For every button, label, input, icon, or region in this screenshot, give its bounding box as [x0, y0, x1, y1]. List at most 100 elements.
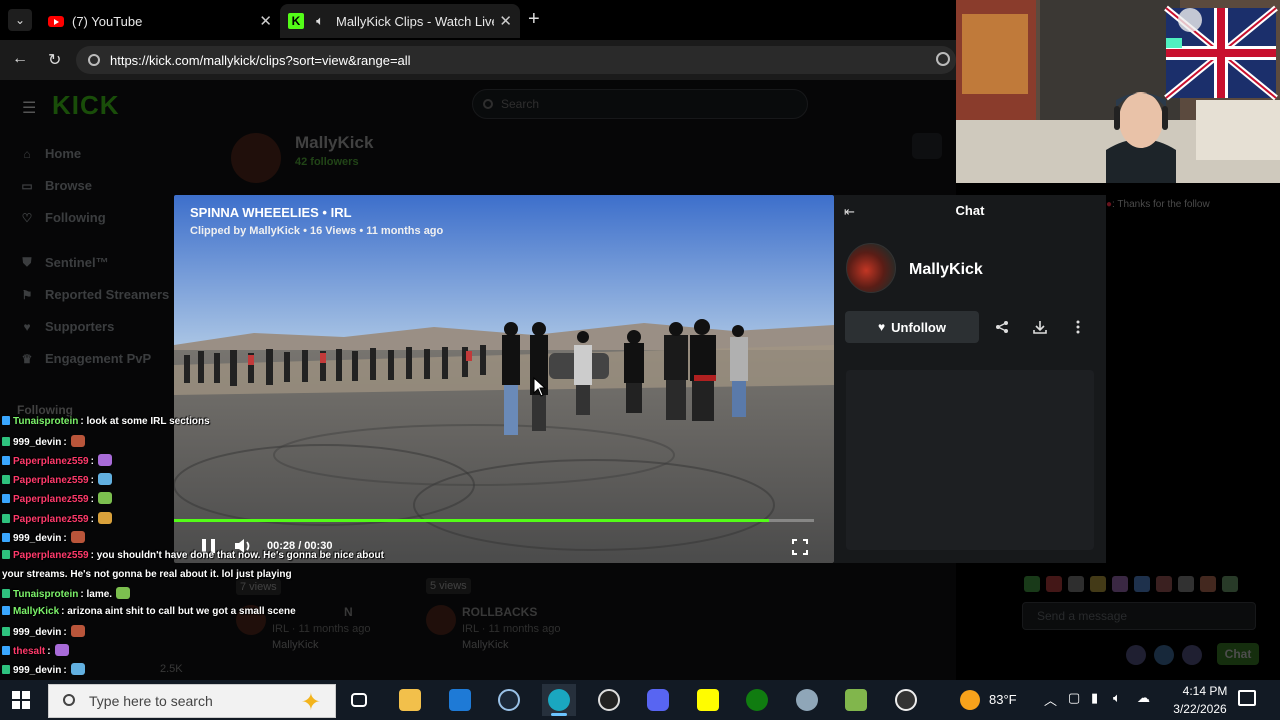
chat-username: thesalt [13, 646, 46, 658]
windows-start-icon[interactable] [12, 691, 30, 709]
mouse-cursor-icon [533, 377, 547, 397]
unfollow-button[interactable]: ♥ Unfollow [845, 311, 979, 343]
network-cloud-icon[interactable]: ☁︎ [1137, 690, 1150, 706]
task-view-icon[interactable] [342, 684, 376, 716]
chat-emote-icon [97, 492, 112, 505]
chat-message-text: : [90, 494, 94, 506]
chat-message-text: : [63, 665, 67, 677]
chat-overlay-line: MallyKick: arizona aint shit to call but… [2, 606, 296, 617]
fullscreen-icon[interactable] [792, 539, 808, 555]
video-frame [174, 195, 834, 563]
chat-username: Paperplanez559 [13, 456, 89, 468]
site-info-icon[interactable] [88, 54, 100, 66]
snapchat-icon[interactable] [691, 684, 725, 716]
chat-username: Paperplanez559 [13, 549, 89, 561]
search-icon[interactable] [936, 52, 950, 66]
close-icon[interactable]: ✕ [499, 12, 512, 30]
edge-icon[interactable] [542, 684, 576, 716]
chat-emote-icon [116, 586, 131, 599]
search-highlight-icon[interactable]: ✦ [301, 687, 321, 719]
chat-emote-icon [54, 644, 69, 657]
battery-icon[interactable]: ▮ [1091, 690, 1098, 706]
chat-message-text: : [90, 475, 94, 487]
xbox-icon[interactable] [740, 684, 774, 716]
notifications-icon[interactable] [1238, 690, 1256, 706]
tab-kick-clips[interactable]: K 🔈︎ MallyKick Clips - Watch Live o ✕ [280, 4, 520, 38]
chat-badge-icon [2, 646, 10, 656]
speaker-icon[interactable]: 🔈︎ [312, 13, 328, 29]
chat-username: 999_devin [13, 437, 62, 449]
chat-badge-icon [2, 606, 10, 615]
obs-icon[interactable] [592, 684, 626, 716]
chat-emote-icon [97, 454, 112, 467]
chat-message-text: : lame. [80, 588, 113, 600]
chat-message-text: : arizona aint shit to call but we got a… [61, 606, 296, 617]
search-icon [63, 694, 75, 706]
new-tab-plus-icon[interactable]: + [528, 8, 540, 31]
weather-sun-icon[interactable] [960, 690, 980, 710]
tab-youtube[interactable]: (7) YouTube ✕ [40, 4, 280, 38]
chat-username: Paperplanez559 [13, 513, 89, 525]
chat-message-text: your streams. He's not gonna be real abo… [2, 568, 292, 580]
volume-icon[interactable]: 🔈︎ [1113, 690, 1121, 706]
kick-icon: K [288, 13, 304, 29]
tray-chevron-up-icon[interactable]: ︿ [1044, 690, 1057, 709]
chat-badge-icon [2, 513, 10, 523]
chat-username: 999_devin [13, 665, 62, 677]
chat-emote-icon [70, 663, 85, 676]
chat-username: Tunaisprotein [13, 588, 79, 600]
seek-bar[interactable] [174, 519, 814, 522]
chess-icon[interactable] [839, 684, 873, 716]
chat-username: Paperplanez559 [13, 475, 89, 487]
download-icon[interactable] [1024, 311, 1056, 343]
chat-overlay-line: thesalt: [2, 644, 69, 657]
close-icon[interactable]: ✕ [259, 12, 272, 30]
app-tree-icon[interactable] [790, 684, 824, 716]
steam-icon[interactable] [492, 684, 526, 716]
discord-icon[interactable] [641, 684, 675, 716]
chat-badge-icon [2, 627, 10, 637]
chat-username: MallyKick [13, 606, 60, 617]
chat-badge-icon [2, 665, 10, 675]
seek-bar-progress [174, 519, 770, 522]
more-options-icon[interactable] [1062, 311, 1094, 343]
taskbar-search-placeholder: Type here to search [89, 693, 213, 709]
chat-emote-icon [97, 473, 112, 486]
share-icon[interactable] [986, 311, 1018, 343]
tab-label: MallyKick Clips - Watch Live o [336, 13, 494, 29]
taskbar-search-input[interactable]: Type here to search ✦ [48, 684, 336, 718]
tray-app-icon[interactable]: ▢ [1068, 690, 1080, 706]
clock-time[interactable]: 4:14 PM [1170, 684, 1240, 698]
heart-icon: ♥ [877, 320, 886, 334]
chat-overlay-line: 999_devin: [2, 663, 85, 676]
file-explorer-icon[interactable] [393, 684, 427, 716]
chat-message-text: : [90, 513, 94, 525]
streamer-name[interactable]: MallyKick [909, 261, 983, 279]
clock-date[interactable]: 3/22/2026 [1160, 702, 1240, 716]
url-text: https://kick.com/mallykick/clips?sort=vi… [110, 52, 411, 68]
chat-overlay-line: 999_devin: [2, 625, 85, 638]
chat-emote-icon [70, 530, 85, 543]
chat-badge-icon [2, 475, 10, 485]
tab-list-chevron-icon[interactable]: ⌄ [8, 9, 32, 31]
chat-username: 999_devin [13, 532, 62, 544]
weather-temperature[interactable]: 83°F [989, 692, 1017, 707]
chat-emote-icon [97, 511, 112, 524]
streamer-avatar[interactable] [846, 243, 896, 293]
back-arrow-icon[interactable]: ← [12, 50, 28, 68]
chat-emote-icon [70, 435, 85, 448]
obs-studio-icon[interactable] [889, 684, 923, 716]
microsoft-store-icon[interactable] [443, 684, 477, 716]
unfollow-label: Unfollow [891, 319, 946, 335]
webcam-overlay [956, 0, 1280, 183]
chat-username: 999_devin [13, 627, 62, 639]
clip-video-player[interactable]: SPINNA WHEEELIES • IRL Clipped by MallyK… [174, 195, 834, 563]
browser-toolbar: ← ↻ https://kick.com/mallykick/clips?sor… [0, 40, 956, 80]
reload-icon[interactable]: ↻ [48, 50, 61, 70]
tab-label: (7) YouTube [72, 13, 143, 29]
clip-meta: Clipped by MallyKick • 16 Views • 11 mon… [190, 225, 444, 237]
chat-overlay-line: Paperplanez559: [2, 492, 112, 505]
chat-overlay-line: 999_devin: [2, 530, 85, 544]
chat-message-text: : [63, 437, 67, 449]
address-bar[interactable]: https://kick.com/mallykick/clips?sort=vi… [76, 46, 956, 74]
